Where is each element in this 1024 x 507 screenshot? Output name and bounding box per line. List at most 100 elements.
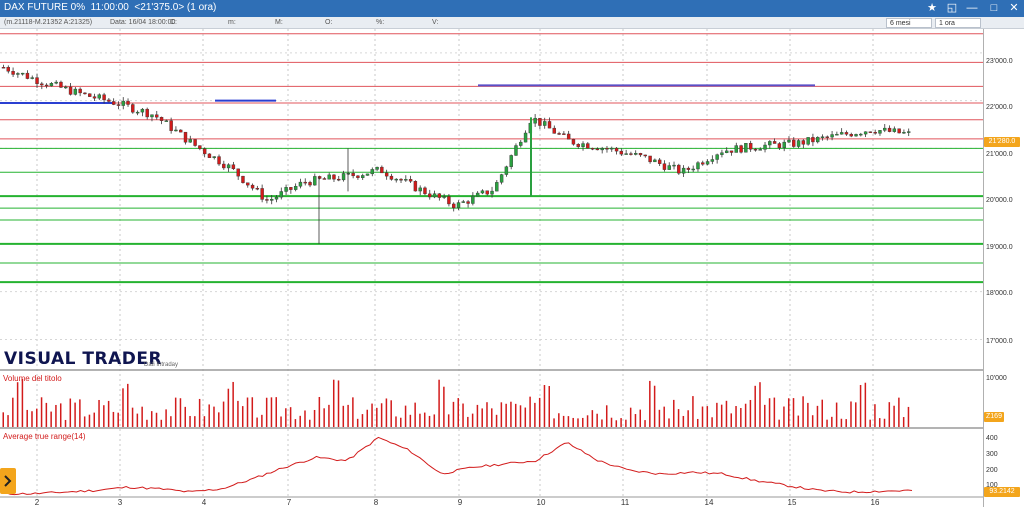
candle-body xyxy=(313,176,317,186)
volume-bar xyxy=(189,415,191,427)
restore-icon[interactable]: ◱ xyxy=(944,1,960,16)
volume-bar xyxy=(462,403,464,427)
candle-body xyxy=(423,187,427,195)
volume-bar xyxy=(855,402,857,427)
close-button[interactable]: ✕ xyxy=(1006,1,1022,16)
volume-bar xyxy=(265,397,268,427)
candle-body xyxy=(222,163,226,169)
volume-bar xyxy=(141,406,143,427)
period-select[interactable]: 6 mesi xyxy=(886,18,932,28)
volume-bar xyxy=(687,410,689,427)
atr-tick-label: 400 xyxy=(986,435,998,442)
volume-bar xyxy=(74,402,76,427)
volume-bar xyxy=(93,412,95,427)
candle-body xyxy=(327,174,331,180)
favorite-icon[interactable]: ★ xyxy=(924,1,940,16)
candle-body xyxy=(638,153,643,156)
volume-bar xyxy=(625,419,627,427)
maximize-button[interactable]: □ xyxy=(986,1,1002,16)
volume-bar xyxy=(419,413,421,427)
volume-bar xyxy=(150,411,153,427)
candle-body xyxy=(844,132,849,135)
candle-body xyxy=(365,173,370,176)
x-tick-label: 3 xyxy=(117,498,123,507)
atr-tick-label: 300 xyxy=(986,451,998,458)
candle-body xyxy=(715,154,719,160)
volume-bar xyxy=(519,405,522,427)
volume-bar xyxy=(280,416,282,427)
volume-bar xyxy=(476,404,479,427)
volume-value-label: V: xyxy=(432,19,439,26)
price-tick-label: 23'000.0 xyxy=(986,58,1013,65)
volume-bar xyxy=(107,400,110,427)
volume-bar xyxy=(7,415,9,427)
candle-body xyxy=(557,133,561,135)
candle-body xyxy=(298,181,303,187)
candle-body xyxy=(662,163,667,170)
candle-body xyxy=(887,127,892,132)
candle-body xyxy=(710,159,715,162)
open-value-label: O: xyxy=(325,19,333,26)
side-panel-toggle[interactable] xyxy=(0,468,16,494)
volume-bar xyxy=(2,412,4,427)
candle-body xyxy=(811,137,815,143)
candle-body xyxy=(361,175,365,178)
current-price-badge: 21'280.0 xyxy=(984,137,1020,147)
volume-bar xyxy=(414,402,416,427)
volume-bar xyxy=(696,418,699,427)
candle-body xyxy=(121,100,125,106)
volume-bar xyxy=(21,378,24,427)
candle-body xyxy=(902,132,906,134)
candle-body xyxy=(413,181,418,192)
candle-body xyxy=(59,81,63,88)
x-tick-label: 10 xyxy=(536,498,546,507)
volume-bar xyxy=(634,414,637,427)
volume-bar xyxy=(888,402,891,427)
candle-body xyxy=(816,136,820,143)
candle-body xyxy=(231,164,236,170)
candle-body xyxy=(145,108,149,118)
volume-bar xyxy=(864,382,867,427)
candle-body xyxy=(696,162,700,170)
timeframe-select[interactable]: 1 ora xyxy=(935,18,981,28)
candle-body xyxy=(792,139,796,147)
candle-body xyxy=(293,186,298,190)
price-chart[interactable] xyxy=(0,29,983,507)
candle-body xyxy=(428,193,432,198)
candle-body xyxy=(179,129,183,133)
candle-body xyxy=(193,139,197,146)
volume-bar xyxy=(356,418,359,427)
minimize-button[interactable]: — xyxy=(964,1,980,16)
volume-bar xyxy=(500,402,503,427)
volume-bar xyxy=(553,418,555,427)
volume-bar xyxy=(706,406,709,427)
volume-bar xyxy=(840,418,843,427)
volume-bar xyxy=(117,412,119,427)
window-title: DAX FUTURE 0% 11:00:00 <21'375.0> (1 ora… xyxy=(4,2,217,13)
candle-body xyxy=(533,117,537,124)
volume-bar xyxy=(313,409,316,427)
candle-body xyxy=(562,133,566,135)
candle-body xyxy=(404,179,408,181)
candle-body xyxy=(274,196,279,200)
candle-body xyxy=(164,120,169,122)
volume-bar xyxy=(668,418,670,427)
candle-body xyxy=(748,143,753,150)
volume-bar xyxy=(653,385,656,427)
candle-body xyxy=(590,148,595,150)
volume-bar xyxy=(615,420,618,427)
candle-body xyxy=(202,148,207,155)
volume-bar xyxy=(639,409,641,427)
candle-body xyxy=(796,140,801,147)
candle-body xyxy=(720,152,724,155)
chevron-right-icon xyxy=(4,475,12,487)
candle-body xyxy=(183,131,188,143)
volume-bar xyxy=(898,397,900,427)
volume-bar xyxy=(45,402,48,427)
volume-bar xyxy=(850,401,852,427)
volume-bar xyxy=(701,406,704,427)
candle-body xyxy=(135,111,140,114)
volume-bar xyxy=(79,399,81,427)
volume-bar xyxy=(222,401,225,427)
volume-bar xyxy=(543,385,546,427)
